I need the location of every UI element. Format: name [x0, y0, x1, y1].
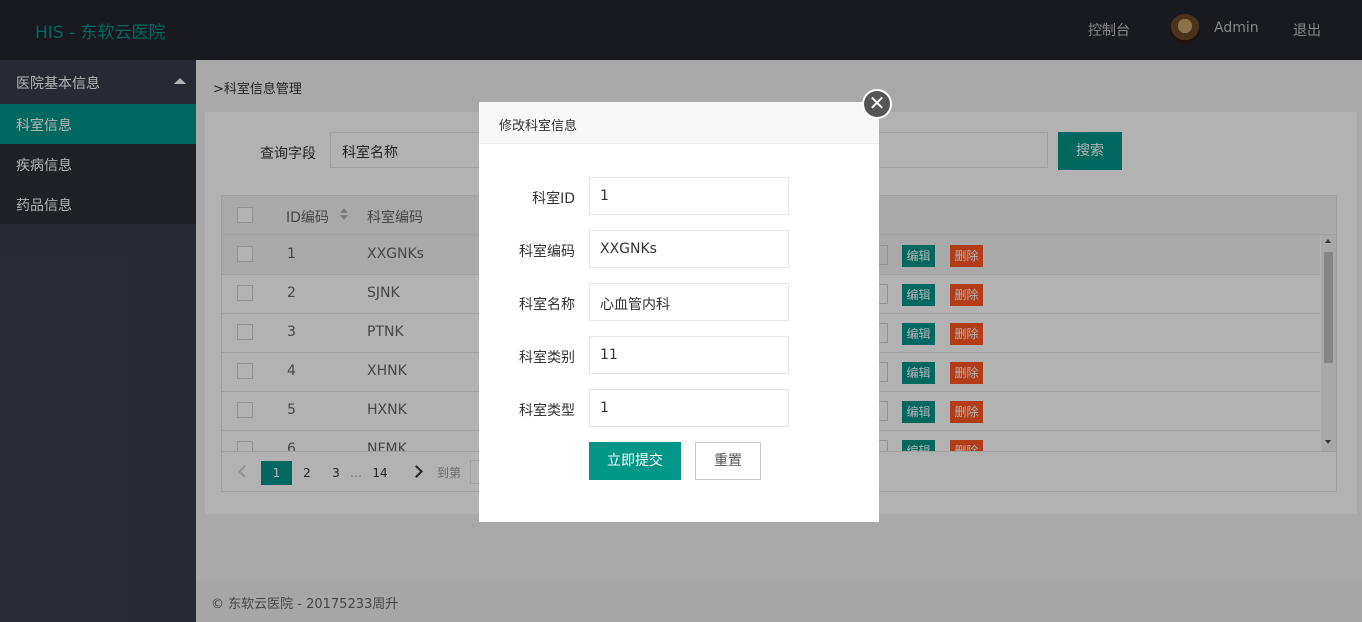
dialog-close-button[interactable]: ✕: [862, 89, 892, 119]
submit-button[interactable]: 立即提交: [589, 442, 681, 480]
field-label-dept-type: 科室类型: [519, 403, 575, 419]
dept-type-value: 1: [600, 400, 609, 416]
field-label-dept-id: 科室ID: [532, 191, 575, 207]
dept-name-value: 心血管内科: [600, 297, 670, 313]
dialog-header[interactable]: 修改科室信息: [479, 102, 879, 144]
dept-code-value: XXGNKs: [600, 241, 657, 257]
dept-code-input[interactable]: XXGNKs: [589, 230, 789, 268]
dept-category-value: 11: [600, 347, 618, 363]
field-label-dept-code: 科室编码: [519, 244, 575, 260]
dept-id-value: 1: [600, 188, 609, 204]
reset-button[interactable]: 重置: [695, 442, 761, 480]
dialog-title: 修改科室信息: [499, 119, 578, 134]
dept-category-input[interactable]: 11: [589, 336, 789, 374]
field-label-dept-name: 科室名称: [519, 297, 575, 313]
dept-name-input[interactable]: 心血管内科: [589, 283, 789, 321]
dept-id-input[interactable]: 1: [589, 177, 789, 215]
close-icon[interactable]: ✕: [864, 91, 890, 117]
edit-department-dialog: 修改科室信息 科室ID 1 科室编码 XXGNKs 科室名称 心血管内科 科室类…: [479, 102, 879, 522]
field-label-dept-category: 科室类别: [519, 350, 575, 366]
dept-type-input[interactable]: 1: [589, 389, 789, 427]
